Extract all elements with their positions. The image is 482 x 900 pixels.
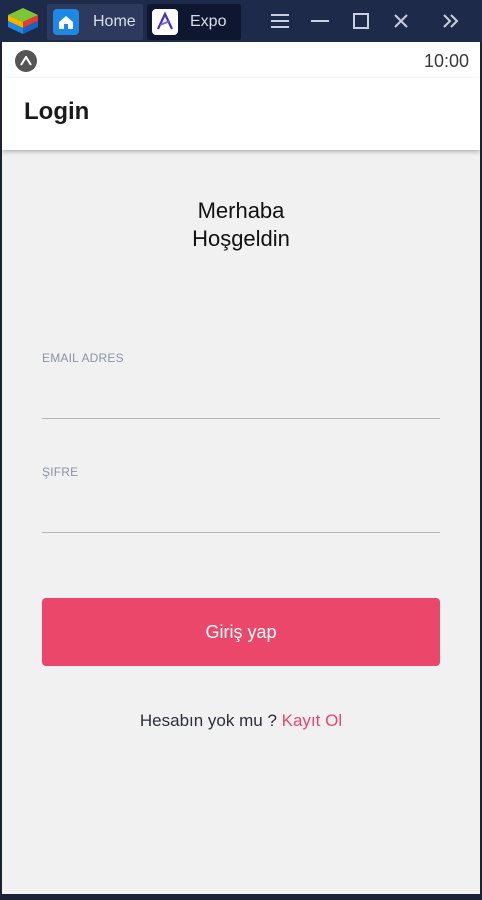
- password-field[interactable]: [42, 501, 440, 533]
- bluestacks-logo-icon[interactable]: [6, 6, 40, 36]
- menu-icon[interactable]: [267, 8, 293, 34]
- greeting-line-1: Merhaba: [197, 198, 285, 223]
- status-clock: 10:00: [423, 51, 469, 71]
- close-icon[interactable]: [388, 8, 414, 34]
- maximize-icon[interactable]: [348, 8, 374, 34]
- signup-link[interactable]: Kayıt Ol: [282, 711, 342, 730]
- expand-sidebar-icon[interactable]: [438, 8, 464, 34]
- greeting-line-2: Hoşgeldin: [192, 226, 290, 251]
- email-label: EMAIL ADRES: [42, 351, 124, 365]
- signup-row: Hesabın yok mu ? Kayıt Ol: [2, 711, 480, 731]
- signup-prompt: Hesabın yok mu ?: [139, 711, 282, 730]
- status-bar: 10:00: [2, 42, 480, 78]
- tab-expo-label: Expo: [190, 13, 227, 30]
- page-title: Login: [24, 98, 90, 125]
- email-field[interactable]: [42, 387, 440, 419]
- emulator-titlebar: Home Expo: [0, 0, 482, 42]
- password-label: ŞIFRE: [42, 465, 79, 479]
- app-bar: Login: [2, 78, 480, 150]
- minimize-icon[interactable]: [307, 8, 333, 34]
- tab-home[interactable]: Home: [47, 4, 143, 40]
- phone-screen: 10:00 Login Merhaba Hoşgeldin EMAIL ADRE…: [2, 42, 480, 894]
- tab-home-label: Home: [93, 13, 136, 30]
- home-icon: [53, 9, 79, 35]
- login-button[interactable]: Giriş yap: [42, 598, 440, 666]
- expo-notification-icon: [15, 50, 37, 72]
- expo-app-icon: [152, 9, 178, 35]
- tab-expo[interactable]: Expo: [147, 4, 241, 40]
